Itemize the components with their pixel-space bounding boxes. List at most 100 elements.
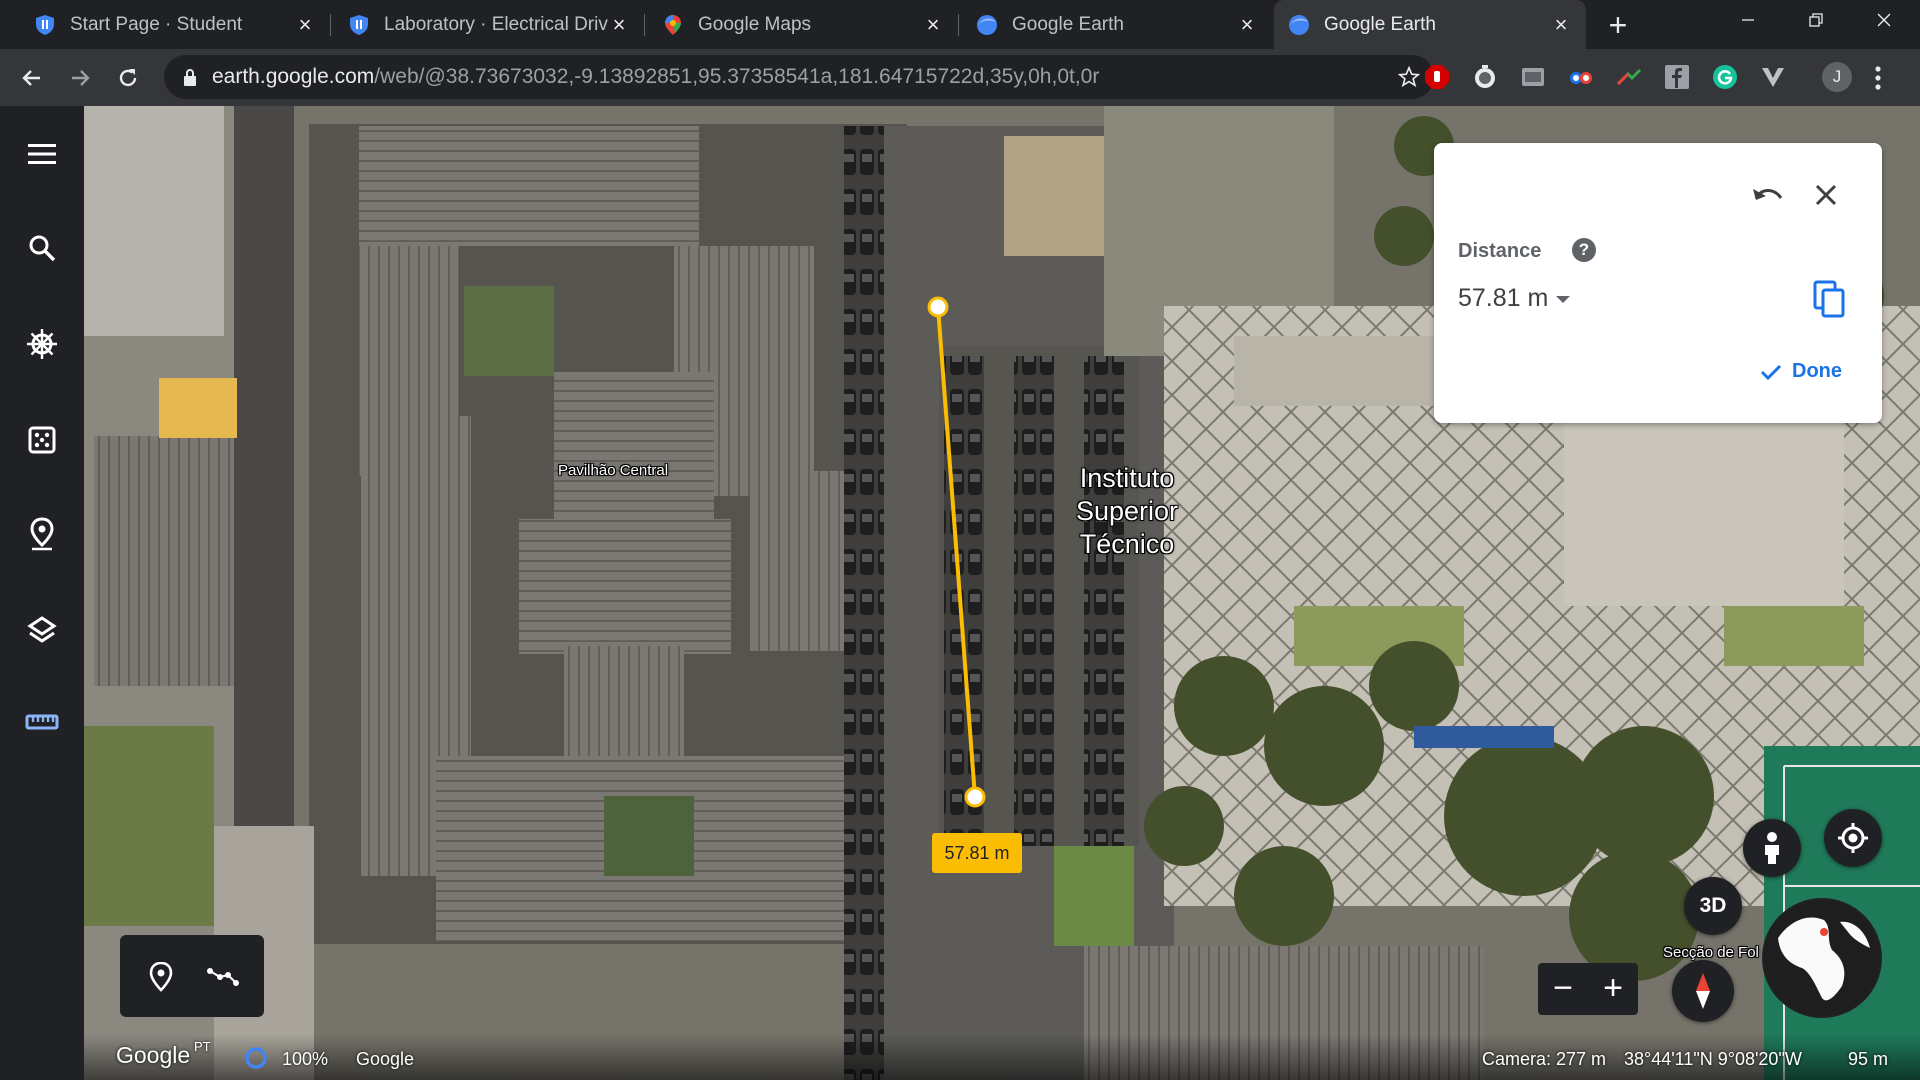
feeling-lucky-button[interactable]	[18, 416, 66, 464]
measure-panel: Distance ? 57.81 m Done	[1434, 143, 1882, 423]
measure-button[interactable]	[18, 698, 66, 746]
timer-extension-icon[interactable]	[1472, 64, 1498, 90]
voyager-button[interactable]	[18, 320, 66, 368]
restore-button[interactable]	[1784, 0, 1848, 40]
undo-button[interactable]	[1748, 175, 1788, 215]
unit-dropdown-icon[interactable]	[1556, 296, 1570, 303]
pegman-button[interactable]	[1743, 819, 1801, 877]
tab-separator	[958, 14, 959, 36]
close-icon	[1877, 13, 1891, 27]
map-footer: Google PT 100% Google Camera: 277 m 38°4…	[84, 1034, 1920, 1080]
globe-icon	[1764, 900, 1880, 1016]
facebook-extension-icon[interactable]	[1664, 64, 1690, 90]
grammarly-extension-icon[interactable]	[1712, 64, 1738, 90]
shield-icon	[36, 14, 54, 35]
campus-label-line: Instituto	[1079, 463, 1175, 493]
region-code: PT	[194, 1039, 211, 1054]
tab-laboratory[interactable]: Laboratory · Electrical Drive ×	[334, 0, 644, 49]
hamburger-menu-icon	[28, 144, 56, 164]
back-button[interactable]	[12, 58, 52, 98]
add-point-pin-icon[interactable]	[147, 962, 175, 992]
layers-icon	[27, 616, 57, 643]
reload-button[interactable]	[108, 58, 148, 98]
tab-close-icon[interactable]: ×	[1236, 13, 1258, 36]
close-window-button[interactable]	[1852, 0, 1916, 40]
globe-overview[interactable]	[1762, 898, 1882, 1018]
search-button[interactable]	[18, 224, 66, 272]
tab-separator	[644, 14, 645, 36]
toggle-3d-button[interactable]: 3D	[1684, 877, 1742, 935]
url-text: earth.google.com/web/@38.73673032,-9.138…	[212, 65, 1099, 89]
compass-needle-icon	[1696, 973, 1710, 1009]
imagery-attribution[interactable]: Google	[356, 1049, 414, 1070]
tab-close-icon[interactable]: ×	[922, 13, 944, 36]
vimium-extension-icon[interactable]	[1760, 64, 1786, 90]
scale-label: 95 m	[1848, 1049, 1889, 1069]
address-bar[interactable]: earth.google.com/web/@38.73673032,-9.138…	[164, 55, 1434, 99]
url-domain: earth.google.com	[212, 65, 375, 88]
my-location-button[interactable]	[1824, 809, 1882, 867]
maps-pin-icon	[665, 14, 681, 35]
done-button[interactable]: Done	[1760, 360, 1842, 383]
load-percent: 100%	[282, 1049, 329, 1069]
measure-point-end[interactable]	[964, 786, 986, 808]
url-path: /web/@38.73673032,-9.13892851,95.3735854…	[374, 65, 1100, 88]
distance-label: Distance	[1458, 240, 1542, 262]
help-icon[interactable]: ?	[1572, 238, 1596, 262]
loading-ring-icon	[245, 1047, 267, 1069]
copy-icon[interactable]	[1812, 279, 1848, 319]
screenshot-extension-icon[interactable]	[1520, 64, 1546, 90]
coordinates: 38°44'11"N 9°08'20"W	[1624, 1049, 1802, 1069]
earth-side-rail	[0, 106, 84, 1080]
tab-close-icon[interactable]: ×	[1550, 13, 1572, 36]
adblock-extension-icon[interactable]	[1424, 64, 1450, 90]
camera-altitude: Camera: 277 m	[1482, 1049, 1607, 1069]
tab-start-page[interactable]: Start Page · Student ×	[20, 0, 330, 49]
tab-google-maps[interactable]: Google Maps ×	[648, 0, 958, 49]
measure-tools	[120, 935, 264, 1017]
close-measure-button[interactable]	[1806, 175, 1846, 215]
campus-label-line: Superior	[1075, 496, 1179, 526]
tab-title: Laboratory · Electrical Drive	[384, 13, 608, 35]
shield-icon	[350, 14, 368, 35]
compass-button[interactable]	[1672, 960, 1734, 1022]
star-icon[interactable]	[1398, 66, 1420, 88]
tab-google-earth[interactable]: Google Earth ×	[962, 0, 1272, 49]
zoom-controls: − +	[1538, 963, 1638, 1015]
projects-button[interactable]	[18, 510, 66, 558]
lock-icon	[184, 69, 196, 86]
browser-toolbar: earth.google.com/web/@38.73673032,-9.138…	[0, 49, 1920, 106]
measure-point-start[interactable]	[927, 296, 949, 318]
glasses-extension-icon[interactable]	[1568, 64, 1594, 90]
tab-title: Start Page · Student	[70, 13, 243, 35]
tab-title: Google Earth	[1012, 13, 1124, 35]
place-label: Secção de Fol	[1663, 944, 1759, 961]
color-extension-icon[interactable]	[1616, 64, 1642, 90]
forward-button[interactable]	[60, 58, 100, 98]
undo-icon	[1753, 189, 1783, 200]
new-tab-button[interactable]: +	[1588, 4, 1648, 46]
tab-separator	[330, 14, 331, 36]
tab-title: Google Maps	[698, 13, 812, 35]
building-label: Pavilhão Central	[558, 462, 669, 479]
map-style-button[interactable]	[18, 606, 66, 654]
minimize-icon	[1742, 19, 1754, 21]
reload-icon	[119, 69, 137, 87]
tab-close-icon[interactable]: ×	[608, 13, 630, 36]
ruler-icon	[25, 714, 59, 730]
menu-dots-icon[interactable]	[1874, 65, 1882, 91]
campus-label-line: Técnico	[1079, 529, 1175, 559]
zoom-out-button[interactable]: −	[1538, 963, 1588, 1015]
search-icon	[29, 235, 56, 262]
profile-avatar[interactable]: J	[1822, 62, 1852, 92]
tab-title: Google Earth	[1324, 13, 1436, 35]
path-tool-icon[interactable]	[206, 965, 240, 989]
crosshair-icon	[1838, 823, 1868, 853]
tab-close-icon[interactable]: ×	[294, 13, 316, 36]
pegman-icon	[1765, 832, 1779, 864]
zoom-in-button[interactable]: +	[1588, 963, 1638, 1015]
earth-globe-icon	[1289, 14, 1309, 35]
main-menu-button[interactable]	[18, 130, 66, 178]
tab-google-earth-active[interactable]: Google Earth ×	[1274, 0, 1586, 49]
minimize-button[interactable]	[1716, 0, 1780, 40]
